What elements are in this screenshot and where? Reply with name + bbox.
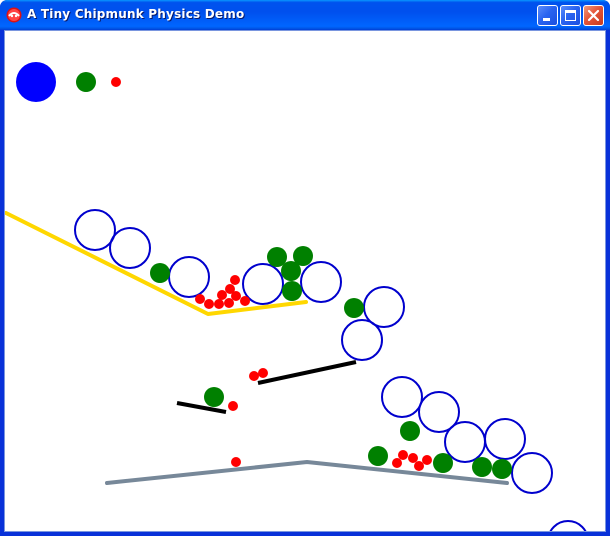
hollow-ball xyxy=(109,227,151,269)
physics-canvas-area[interactable] xyxy=(4,30,606,532)
red-ball xyxy=(408,453,418,463)
red-ball xyxy=(204,299,214,309)
red-ball xyxy=(258,368,268,378)
app-window: A Tiny Chipmunk Physics Demo xyxy=(0,0,610,536)
minimize-button[interactable] xyxy=(537,5,558,26)
hollow-ball xyxy=(341,319,383,361)
window-title: A Tiny Chipmunk Physics Demo xyxy=(27,7,245,21)
red-ball xyxy=(414,461,424,471)
hollow-ball xyxy=(74,209,116,251)
red-ball xyxy=(422,455,432,465)
red-ball xyxy=(249,371,259,381)
green-ball xyxy=(282,281,302,301)
physics-canvas[interactable] xyxy=(5,31,605,531)
red-ball xyxy=(217,290,227,300)
red-ball xyxy=(392,458,402,468)
hollow-ball xyxy=(444,421,486,463)
green-ball xyxy=(76,72,96,92)
black-segment-right xyxy=(257,360,357,385)
red-ball xyxy=(398,450,408,460)
hollow-ball xyxy=(300,261,342,303)
red-ball xyxy=(195,294,205,304)
maximize-button[interactable] xyxy=(560,5,581,26)
green-ball xyxy=(433,453,453,473)
chipmunk-app-icon xyxy=(6,7,22,23)
red-ball xyxy=(228,401,238,411)
hollow-ball xyxy=(381,376,423,418)
blue-ball xyxy=(16,62,56,102)
green-ball xyxy=(492,459,512,479)
green-ball xyxy=(368,446,388,466)
close-button[interactable] xyxy=(583,5,604,26)
hollow-ball xyxy=(484,418,526,460)
red-ball xyxy=(230,275,240,285)
green-ball xyxy=(204,387,224,407)
close-icon xyxy=(587,9,600,22)
red-ball xyxy=(111,77,121,87)
red-ball xyxy=(214,299,224,309)
green-ball xyxy=(150,263,170,283)
green-ball xyxy=(472,457,492,477)
green-ball xyxy=(344,298,364,318)
minimize-icon xyxy=(543,18,550,21)
maximize-icon xyxy=(565,10,576,21)
hollow-ball xyxy=(549,520,587,531)
red-ball xyxy=(240,296,250,306)
red-ball xyxy=(231,457,241,467)
title-bar[interactable]: A Tiny Chipmunk Physics Demo xyxy=(0,0,610,30)
hollow-ball xyxy=(168,256,210,298)
hollow-ball xyxy=(511,452,553,494)
red-ball xyxy=(224,298,234,308)
green-ball xyxy=(281,261,301,281)
green-ball xyxy=(400,421,420,441)
